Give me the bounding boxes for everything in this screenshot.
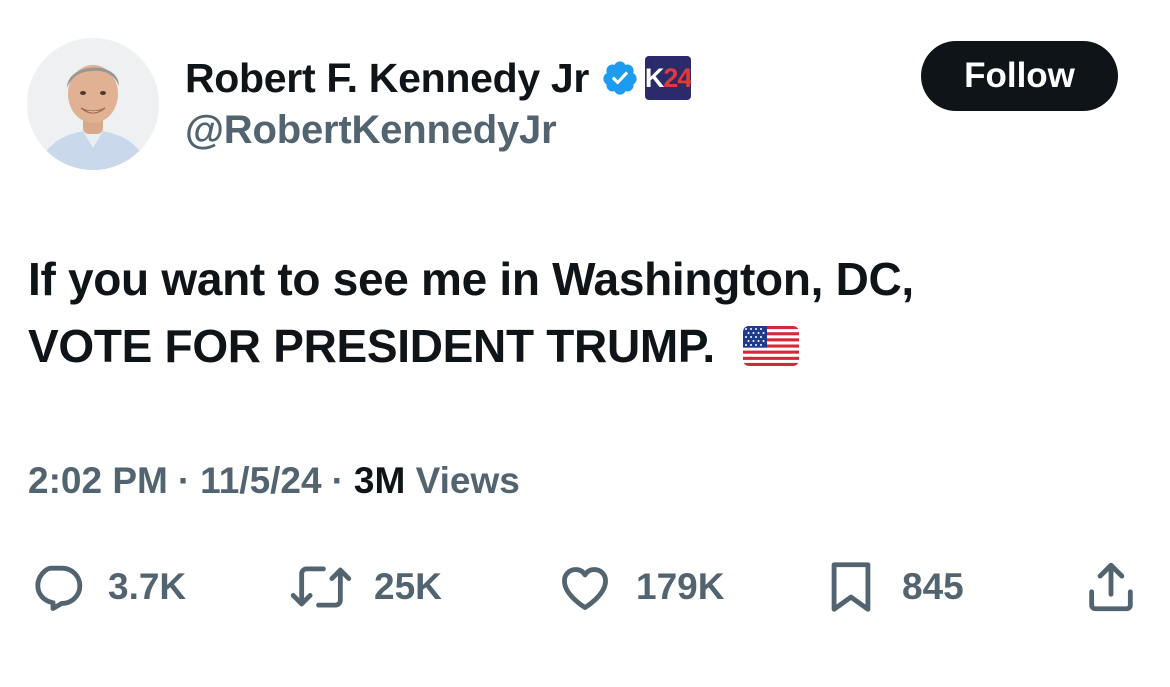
like-count: 179K <box>636 566 725 607</box>
views-label: Views <box>415 460 520 501</box>
avatar[interactable] <box>27 38 159 170</box>
reply-bubble-icon <box>35 565 83 611</box>
tweet-card: Robert F. Kennedy Jr K 24 @RobertKennedyJ… <box>0 0 1170 687</box>
reply-button[interactable]: 3.7K <box>28 555 186 619</box>
tweet-date[interactable]: 11/5/24 <box>200 460 321 501</box>
author-handle[interactable]: @RobertKennedyJr <box>185 108 557 153</box>
k24-affiliate-badge[interactable]: K 24 <box>645 56 692 100</box>
repost-arrows-icon <box>290 566 352 608</box>
share-button[interactable] <box>1082 555 1140 619</box>
repost-button[interactable]: 25K <box>286 555 442 619</box>
badge-letter: K <box>645 62 664 93</box>
tweet-time[interactable]: 2:02 PM <box>28 460 168 501</box>
verified-check-icon[interactable] <box>601 59 639 97</box>
tweet-actions: 3.7K 25K 179K 845 <box>0 555 1170 619</box>
like-button[interactable]: 179K <box>556 555 724 619</box>
heart-icon <box>562 567 608 610</box>
share-upload-icon <box>1089 562 1133 612</box>
tweet-text-line-2: VOTE FOR PRESIDENT TRUMP. <box>28 313 1128 380</box>
display-name[interactable]: Robert F. Kennedy Jr <box>185 55 589 102</box>
tweet-text-line-2-content: VOTE FOR PRESIDENT TRUMP. <box>28 320 715 372</box>
bookmark-button[interactable]: 845 <box>822 555 964 619</box>
follow-button[interactable]: Follow <box>921 41 1118 111</box>
tweet-text-line-1: If you want to see me in Washington, DC, <box>28 253 914 305</box>
profile-photo-icon <box>27 38 159 170</box>
bookmark-count: 845 <box>902 566 964 607</box>
meta-separator: · <box>331 460 344 501</box>
author-name-row: Robert F. Kennedy Jr K 24 <box>185 52 692 104</box>
badge-number: 24 <box>663 62 692 93</box>
tweet-meta: 2:02 PM · 11/5/24 · 3M Views <box>28 460 520 502</box>
reply-count: 3.7K <box>108 566 187 607</box>
tweet-text: If you want to see me in Washington, DC,… <box>28 246 1128 380</box>
views-count: 3M <box>353 460 406 501</box>
bookmark-icon <box>831 562 871 612</box>
meta-separator: · <box>177 460 191 501</box>
repost-count: 25K <box>374 566 442 607</box>
us-flag-emoji-icon <box>742 326 799 366</box>
